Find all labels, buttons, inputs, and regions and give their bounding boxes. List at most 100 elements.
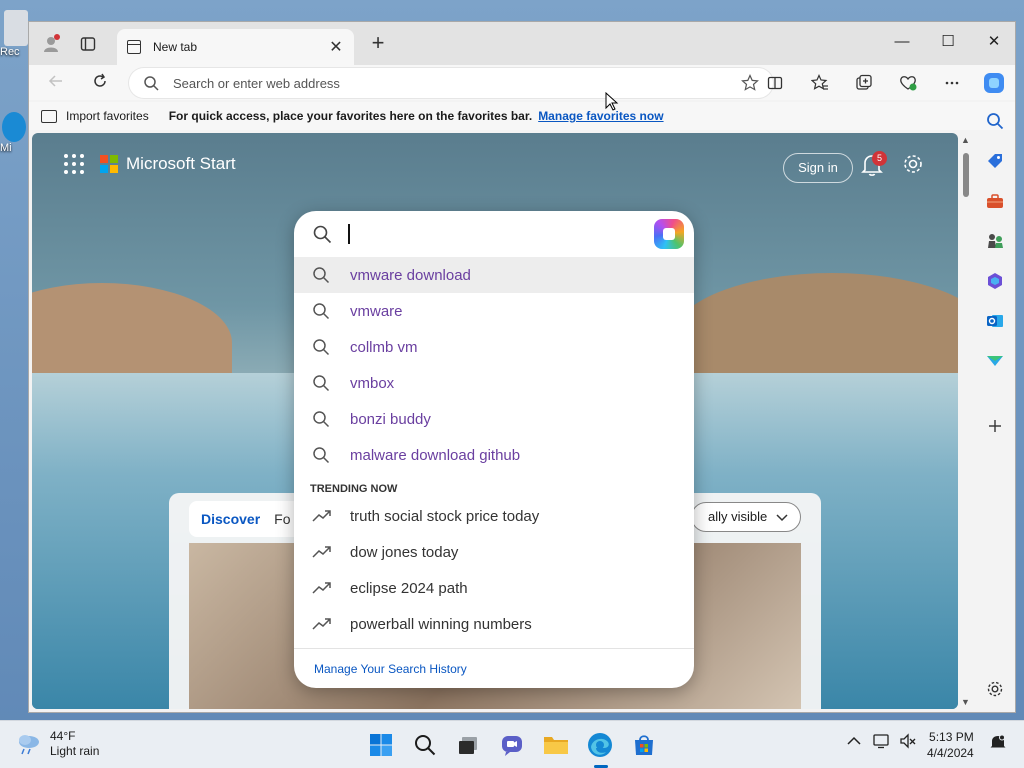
browser-window: New tab ✕ + — ☐ ✕ Search or enter web ad… [28,21,1016,713]
minimize-button[interactable]: — [887,28,917,56]
network-icon [873,734,889,749]
desktop-icon-recycle-bin[interactable]: Rec [0,10,30,58]
weather-widget[interactable]: 44°F Light rain [16,729,99,759]
page-scrollbar[interactable]: ▲ ▼ [961,133,973,709]
close-window-button[interactable]: ✕ [979,28,1009,56]
taskbar-search-button[interactable] [410,730,440,760]
suggestion-item[interactable]: bonzi buddy [294,401,694,437]
page-settings-button[interactable] [902,153,924,181]
microsoft-start-header: Microsoft Start [64,154,236,174]
back-button[interactable] [43,70,69,96]
sidebar-shopping-button[interactable] [983,149,1007,173]
new-tab-page: Microsoft Start Sign in 5 Discover Fo all… [32,133,958,709]
tab-new-tab[interactable]: New tab ✕ [117,29,354,65]
suggestion-text: malware download github [350,446,521,464]
scrollbar-thumb[interactable] [963,153,969,197]
windows-logo-icon [370,734,392,756]
search-icon [415,735,436,756]
favorite-star-icon[interactable] [741,74,759,92]
tab-actions-button[interactable] [76,32,100,56]
app-launcher-icon[interactable] [64,154,84,174]
sidebar-drop-button[interactable] [983,349,1007,373]
copilot-button[interactable] [982,71,1006,95]
desktop-icon-edge[interactable]: Mi [0,112,30,154]
trending-item[interactable]: powerball winning numbers [294,606,694,642]
paper-plane-icon [987,356,1003,366]
trending-text: dow jones today [350,543,459,561]
trending-item[interactable]: truth social stock price today [294,498,694,534]
system-clock[interactable]: 5:13 PM 4/4/2024 [927,729,974,761]
show-hidden-icons-button[interactable] [847,733,861,750]
suggestion-text: vmware download [350,266,471,284]
search-icon [313,225,332,244]
close-tab-button[interactable]: ✕ [328,37,344,57]
file-explorer-button[interactable] [541,730,571,760]
scroll-down-icon[interactable]: ▼ [961,697,970,707]
split-screen-button[interactable] [763,71,787,95]
collections-button[interactable] [852,71,876,95]
chevron-up-icon [847,736,861,745]
clock-date: 4/4/2024 [927,746,974,760]
search-box[interactable] [294,211,694,257]
sign-in-button[interactable]: Sign in [783,153,853,183]
profile-button[interactable] [39,32,63,56]
volume-status[interactable] [899,733,917,753]
search-icon [144,76,159,91]
new-tab-button[interactable]: + [366,32,390,56]
tab-discover[interactable]: Discover Fo [189,501,309,537]
sidebar-games-button[interactable] [983,229,1007,253]
search-icon [313,447,330,464]
edge-taskbar-button[interactable] [585,730,615,760]
import-favorites-button[interactable]: Import favorites [41,109,149,123]
sidebar-microsoft365-button[interactable] [983,269,1007,293]
network-status[interactable] [873,733,891,753]
tab-following-label[interactable]: Fo [274,511,290,527]
manage-search-history-link[interactable]: Manage Your Search History [294,648,694,688]
shopping-tag-icon [988,154,1002,168]
suggestion-item[interactable]: collmb vm [294,329,694,365]
refresh-button[interactable] [87,70,113,96]
maximize-button[interactable]: ☐ [933,28,963,56]
browser-essentials-button[interactable] [896,71,920,95]
address-bar[interactable]: Search or enter web address [129,68,773,98]
trending-up-icon [312,510,331,522]
chat-icon [502,736,522,756]
trending-up-icon [312,582,331,594]
trending-item[interactable]: dow jones today [294,534,694,570]
search-icon [313,375,330,392]
suggestion-item[interactable]: malware download github [294,437,694,473]
content-visibility-dropdown[interactable]: ally visible [691,502,801,532]
trending-text: eclipse 2024 path [350,579,468,597]
suggestion-item[interactable]: vmware download [294,257,694,293]
sidebar-outlook-button[interactable] [983,309,1007,333]
visibility-label: ally visible [708,509,768,524]
title-bar: New tab ✕ + — ☐ ✕ [29,22,1015,65]
microsoft-logo-icon [100,155,118,173]
start-button[interactable] [366,730,396,760]
scroll-up-icon[interactable]: ▲ [961,135,970,145]
more-dots-icon [945,81,959,85]
sidebar-search-button[interactable] [983,109,1007,133]
suggestion-item[interactable]: vmbox [294,365,694,401]
microsoft-store-button[interactable] [629,730,659,760]
manage-favorites-link[interactable]: Manage favorites now [538,109,663,123]
sidebar-tools-button[interactable] [983,189,1007,213]
task-view-button[interactable] [453,730,483,760]
notification-badge: 5 [872,151,887,166]
sidebar-add-button[interactable] [983,414,1007,438]
edge-shortcut-icon [2,112,26,142]
trending-item[interactable]: eclipse 2024 path [294,570,694,606]
chevron-down-icon [776,514,788,522]
teams-chat-button[interactable] [497,730,527,760]
suggestion-item[interactable]: vmware [294,293,694,329]
notification-center-button[interactable] [989,733,1007,755]
suggestion-text: bonzi buddy [350,410,431,428]
desktop-icon-label: Mi [0,142,12,154]
chess-piece-icon [988,234,1003,248]
tab-actions-icon [80,37,96,51]
sidebar-settings-button[interactable] [983,677,1007,701]
copilot-icon[interactable] [654,219,684,249]
settings-and-more-button[interactable] [940,71,964,95]
favorites-button[interactable] [808,71,832,95]
toolbox-icon [987,194,1003,208]
